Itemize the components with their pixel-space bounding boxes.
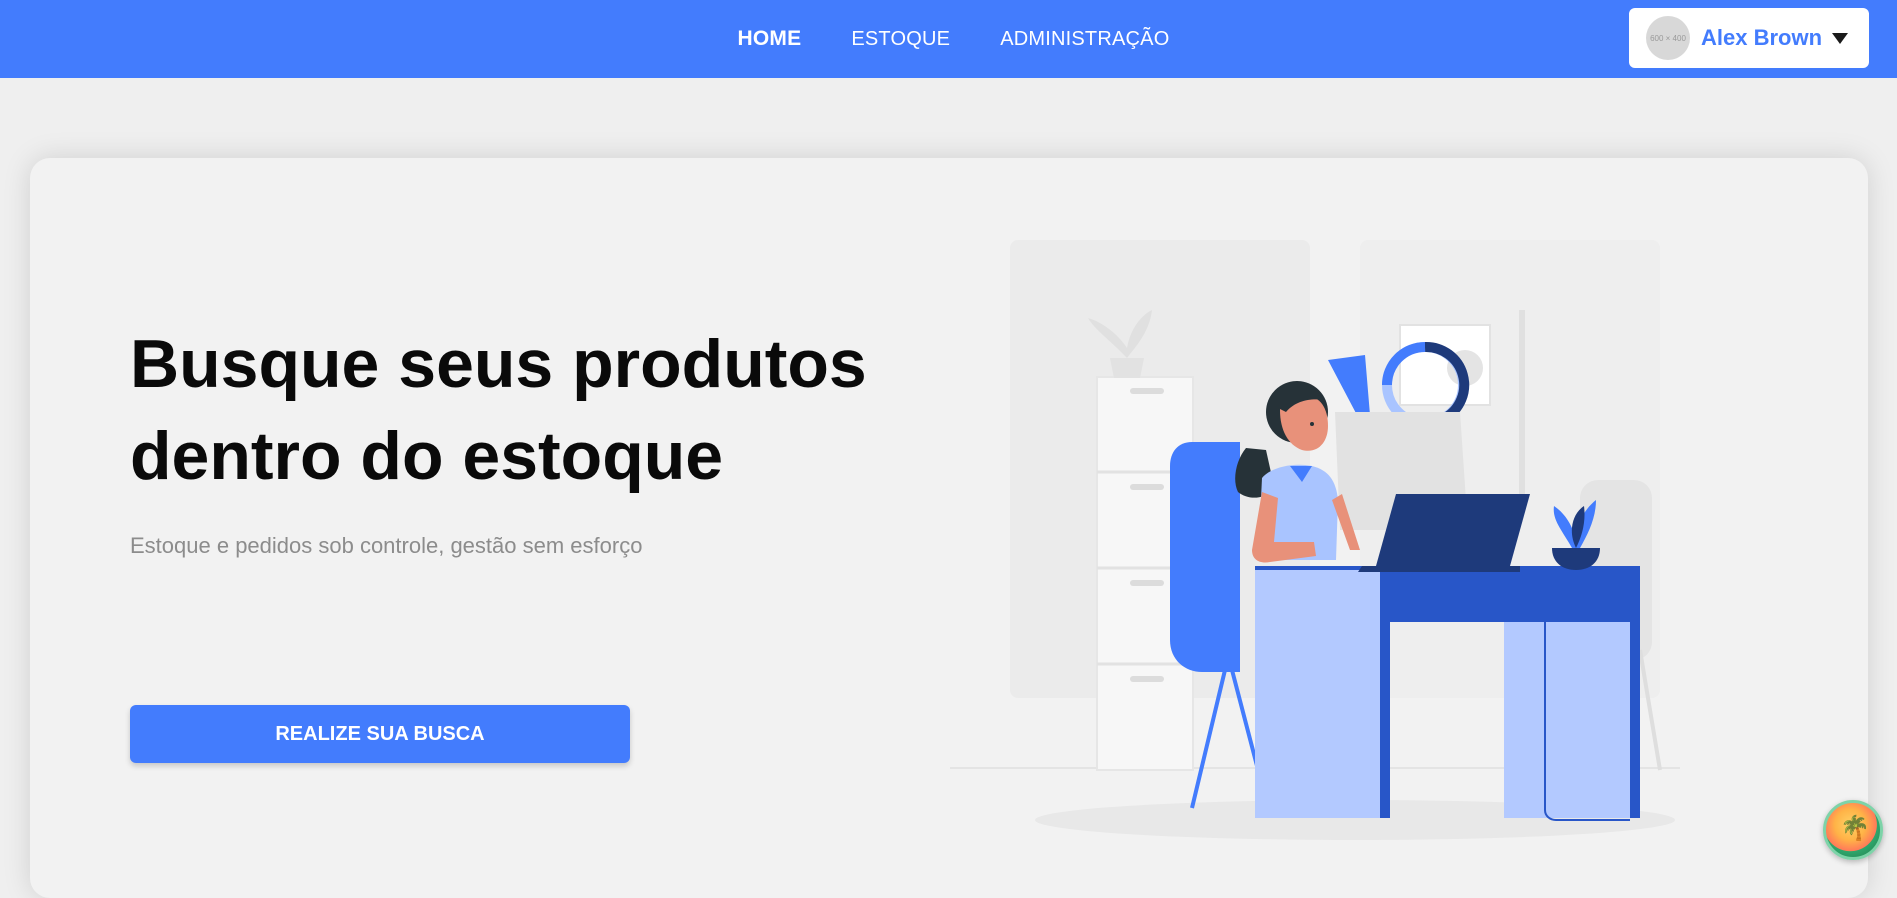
hero-title-line-1: Busque seus produtos [130, 326, 867, 402]
plant-pot [1110, 358, 1144, 378]
main-nav: HOME ESTOQUE ADMINISTRAÇÃO [0, 0, 1897, 78]
hero-title: Busque seus produtos dentro do estoque [130, 318, 930, 502]
laptop [1376, 494, 1530, 566]
office-chair [1170, 442, 1240, 672]
office-illustration [950, 240, 1680, 840]
hero-title-line-2: dentro do estoque [130, 418, 724, 494]
nav-estoque[interactable]: ESTOQUE [851, 28, 950, 51]
user-menu[interactable]: 600 × 400 Alex Brown [1629, 8, 1869, 68]
caret-down-icon[interactable] [1832, 32, 1849, 44]
nav-home[interactable]: HOME [738, 27, 802, 51]
search-cta-button[interactable]: REALIZE SUA BUSCA [130, 705, 630, 763]
palm-badge-icon[interactable]: 🌴 [1823, 800, 1883, 860]
top-navbar: HOME ESTOQUE ADMINISTRAÇÃO 600 × 400 Ale… [0, 0, 1897, 78]
desk-front-panel [1255, 570, 1381, 818]
user-name[interactable]: Alex Brown [1701, 25, 1822, 51]
avatar: 600 × 400 [1646, 16, 1690, 60]
nav-administracao[interactable]: ADMINISTRAÇÃO [1000, 28, 1169, 51]
hero-subtitle: Estoque e pedidos sob controle, gestão s… [130, 533, 643, 558]
palm-tree-icon: 🌴 [1840, 815, 1870, 842]
